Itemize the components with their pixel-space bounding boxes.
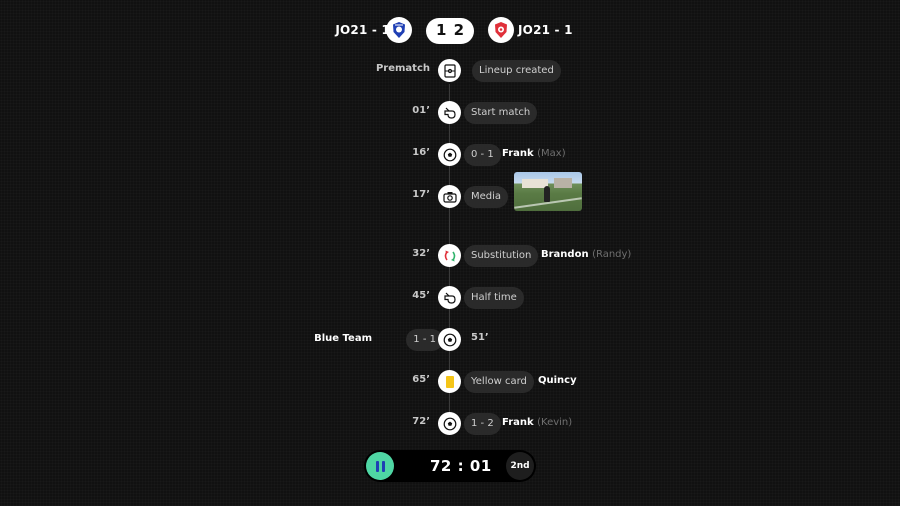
scorer-name: Frank (Max) — [502, 148, 566, 159]
event-row-half-time[interactable]: 45’ Half time — [0, 283, 900, 311]
home-team-name: JO21 - 1 — [335, 23, 390, 37]
event-row-goal-72[interactable]: 72’ 1 - 2 Frank (Kevin) — [0, 409, 900, 437]
away-score: 2 — [453, 21, 464, 39]
opponent-team-name: Blue Team — [314, 333, 372, 344]
event-label: Start match — [464, 102, 538, 124]
thumbnail-building — [554, 178, 572, 188]
event-minute: 32’ — [412, 248, 430, 259]
event-label: Lineup created — [472, 60, 561, 82]
away-team-crest-icon — [488, 17, 514, 43]
whistle-icon — [438, 101, 461, 124]
event-minute: 16’ — [412, 147, 430, 158]
event-row-goal-51[interactable]: Blue Team 1 - 1 51’ — [0, 325, 900, 353]
event-row-media[interactable]: 17’ Media — [0, 172, 900, 211]
event-label: Yellow card — [464, 371, 534, 393]
event-score: 1 - 2 — [464, 413, 501, 435]
away-team-name: JO21 - 1 — [518, 23, 573, 37]
carded-player-name: Quincy — [538, 375, 577, 386]
home-score: 1 — [436, 21, 447, 39]
event-label: Media — [464, 186, 509, 208]
pause-button[interactable] — [366, 452, 394, 480]
event-minute: Prematch — [375, 63, 430, 74]
match-timer: 72 : 01 — [430, 457, 492, 475]
match-header: JO21 - 1 1 2 JO21 - 1 — [0, 16, 900, 46]
media-thumbnail[interactable] — [514, 172, 582, 211]
event-minute: 17’ — [412, 189, 430, 200]
lineup-board-icon — [438, 59, 461, 82]
player-out-name: (Randy) — [592, 249, 632, 260]
event-row-yellow-card[interactable]: 65’ Yellow card Quincy — [0, 367, 900, 395]
home-team-crest-icon — [386, 17, 412, 43]
player-in-name: Brandon (Randy) — [541, 249, 632, 260]
event-label: Substitution — [464, 245, 539, 267]
event-minute: 01’ — [412, 105, 430, 116]
event-minute: 51’ — [471, 332, 489, 343]
substitution-icon — [438, 244, 461, 267]
soccer-ball-icon — [438, 328, 461, 351]
event-label: Half time — [464, 287, 524, 309]
event-minute: 72’ — [412, 416, 430, 427]
period-indicator[interactable]: 2nd — [506, 452, 534, 480]
event-row-prematch[interactable]: Prematch Lineup created — [0, 56, 900, 84]
soccer-ball-icon — [438, 412, 461, 435]
match-clock-bar: 72 : 01 2nd — [364, 450, 536, 482]
event-row-substitution[interactable]: 32’ Substitution Brandon (Randy) — [0, 241, 900, 269]
whistle-icon — [438, 286, 461, 309]
event-minute: 65’ — [412, 374, 430, 385]
event-row-goal-16[interactable]: 16’ 0 - 1 Frank (Max) — [0, 140, 900, 168]
thumbnail-player — [544, 186, 550, 202]
pause-icon — [375, 460, 385, 472]
assist-name: (Max) — [537, 148, 566, 159]
event-score: 0 - 1 — [464, 144, 501, 166]
scoreboard: 1 2 — [426, 18, 474, 44]
yellow-card-icon — [438, 370, 461, 393]
scorer-name: Frank (Kevin) — [502, 417, 573, 428]
event-row-start-match[interactable]: 01’ Start match — [0, 98, 900, 126]
soccer-ball-icon — [438, 143, 461, 166]
event-minute: 45’ — [412, 290, 430, 301]
camera-icon — [438, 185, 461, 208]
assist-name: (Kevin) — [537, 417, 573, 428]
